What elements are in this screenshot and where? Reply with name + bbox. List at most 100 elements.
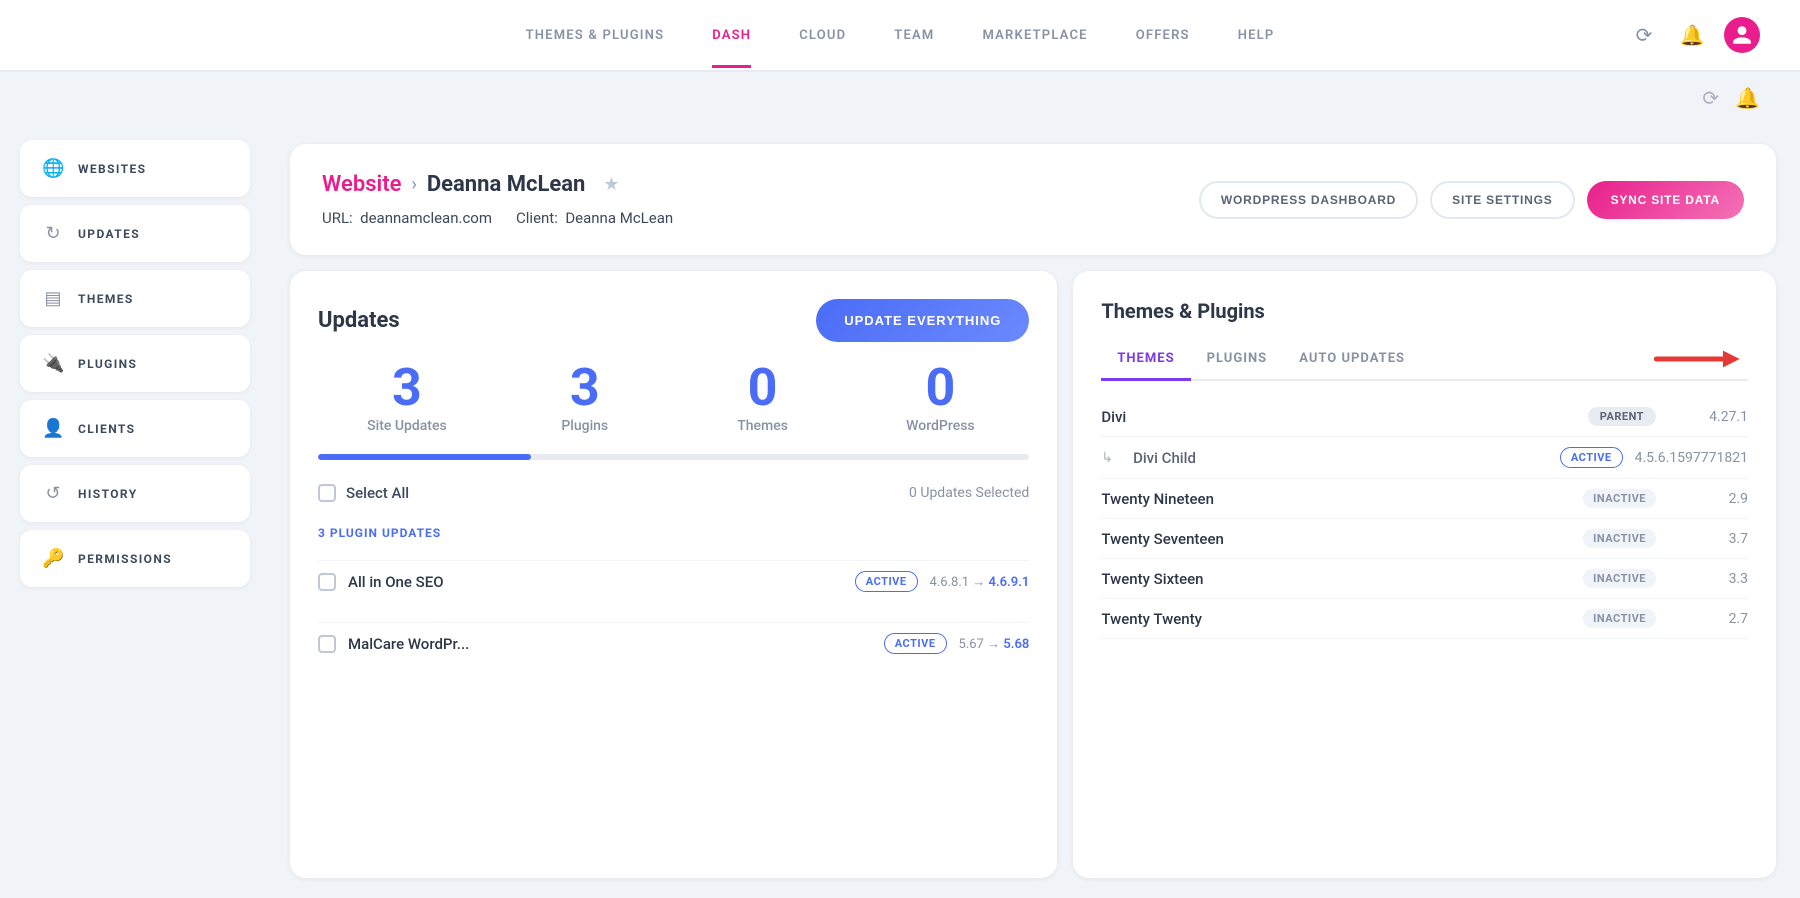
tab-auto-updates[interactable]: AUTO UPDATES xyxy=(1283,341,1421,381)
plugin-seo-badge: ACTIVE xyxy=(855,571,918,592)
plugin-row-seo: All in One SEO ACTIVE 4.6.8.1 → 4.6.9.1 xyxy=(318,560,1029,602)
websites-icon: 🌐 xyxy=(42,158,64,179)
theme-twenty-seventeen-badge: INACTIVE xyxy=(1583,529,1656,548)
site-name: Deanna McLean xyxy=(427,172,585,197)
progress-bar-fill xyxy=(318,454,531,460)
sidebar-item-plugins[interactable]: 🔌 PLUGINS xyxy=(20,335,250,392)
arrow-indicator xyxy=(1648,341,1748,377)
nav-dash[interactable]: DASH xyxy=(712,6,751,68)
sidebar-item-history-label: HISTORY xyxy=(78,487,138,501)
child-arrow-icon: ↳ xyxy=(1101,450,1113,466)
tab-themes[interactable]: THEMES xyxy=(1101,341,1190,381)
breadcrumb-website[interactable]: Website xyxy=(322,172,401,197)
theme-row-twenty-sixteen: Twenty Sixteen INACTIVE 3.3 xyxy=(1101,559,1748,599)
theme-twenty-twenty-badge: INACTIVE xyxy=(1583,609,1656,628)
sidebar-item-history[interactable]: ↺ HISTORY xyxy=(20,465,250,522)
progress-bar xyxy=(318,454,1029,460)
plugin-malcare-version: 5.67 → 5.68 xyxy=(959,636,1030,652)
sync-site-data-button[interactable]: SYNC SITE DATA xyxy=(1587,181,1744,219)
plugin-malcare-badge: ACTIVE xyxy=(884,633,947,654)
sidebar-item-updates-label: UPDATES xyxy=(78,227,140,241)
nav-themes-plugins[interactable]: THEMES & PLUGINS xyxy=(526,6,665,68)
site-header-card: Website › Deanna McLean ★ URL: deannamcl… xyxy=(290,144,1776,255)
nav-marketplace[interactable]: MARKETPLACE xyxy=(982,6,1087,68)
sidebar-item-updates[interactable]: ↻ UPDATES xyxy=(20,205,250,262)
content-area: Website › Deanna McLean ★ URL: deannamcl… xyxy=(270,124,1800,898)
notification-toolbar-icon[interactable]: 🔔 xyxy=(1735,86,1760,110)
theme-twenty-sixteen-badge: INACTIVE xyxy=(1583,569,1656,588)
stat-plugins: 3 Plugins xyxy=(496,362,674,434)
themes-plugins-title: Themes & Plugins xyxy=(1101,299,1748,323)
theme-twenty-sixteen-version: 3.3 xyxy=(1668,571,1748,587)
tab-plugins[interactable]: PLUGINS xyxy=(1191,341,1284,381)
theme-twenty-sixteen-name: Twenty Sixteen xyxy=(1101,570,1571,588)
updates-panel: Updates UPDATE EVERYTHING 3 Site Updates… xyxy=(290,271,1057,878)
select-all-row: Select All 0 Updates Selected xyxy=(318,480,1029,506)
theme-twenty-seventeen-version: 3.7 xyxy=(1668,531,1748,547)
select-all-left: Select All xyxy=(318,484,409,502)
red-arrow-svg xyxy=(1648,341,1748,377)
theme-row-twenty-twenty: Twenty Twenty INACTIVE 2.7 xyxy=(1101,599,1748,639)
sidebar-item-themes[interactable]: ▤ THEMES xyxy=(20,270,250,327)
sidebar: 🌐 WEBSITES ↻ UPDATES ▤ THEMES 🔌 PLUGINS … xyxy=(0,124,270,898)
theme-divi-badge: PARENT xyxy=(1588,407,1656,426)
sidebar-item-permissions[interactable]: 🔑 PERMISSIONS xyxy=(20,530,250,587)
theme-twenty-twenty-version: 2.7 xyxy=(1668,611,1748,627)
nav-help[interactable]: HELP xyxy=(1238,6,1275,68)
sidebar-item-plugins-label: PLUGINS xyxy=(78,357,137,371)
sidebar-item-themes-label: THEMES xyxy=(78,292,134,306)
star-icon[interactable]: ★ xyxy=(603,174,619,195)
update-everything-button[interactable]: UPDATE EVERYTHING xyxy=(816,299,1029,342)
stat-label-site-updates: Site Updates xyxy=(367,418,447,434)
plugin-malcare-name: MalCare WordPr... xyxy=(348,635,872,653)
main-layout: 🌐 WEBSITES ↻ UPDATES ▤ THEMES 🔌 PLUGINS … xyxy=(0,124,1800,898)
plugin-seo-version: 4.6.8.1 → 4.6.9.1 xyxy=(930,574,1030,590)
stat-site-updates: 3 Site Updates xyxy=(318,362,496,434)
wordpress-dashboard-button[interactable]: WORDPRESS DASHBOARD xyxy=(1199,181,1418,219)
updates-title: Updates xyxy=(318,308,400,333)
plugin-seo-name: All in One SEO xyxy=(348,573,843,591)
refresh-icon[interactable]: ⟳ xyxy=(1628,19,1660,51)
refresh-toolbar-icon[interactable]: ⟳ xyxy=(1702,86,1719,110)
theme-row-divi: Divi PARENT 4.27.1 xyxy=(1101,397,1748,437)
themes-plugins-tabs: THEMES PLUGINS AUTO UPDATES xyxy=(1101,339,1748,381)
toolbar-row: ⟳ 🔔 xyxy=(0,72,1800,124)
nav-cloud[interactable]: CLOUD xyxy=(799,6,846,68)
stat-number-wordpress: 0 xyxy=(925,362,955,414)
plugin-malcare-checkbox[interactable] xyxy=(318,635,336,653)
theme-row-twenty-nineteen: Twenty Nineteen INACTIVE 2.9 xyxy=(1101,479,1748,519)
stat-number-plugins: 3 xyxy=(570,362,600,414)
sidebar-item-permissions-label: PERMISSIONS xyxy=(78,552,172,566)
nav-offers[interactable]: OFFERS xyxy=(1136,6,1190,68)
site-meta: URL: deannamclean.com Client: Deanna McL… xyxy=(322,209,673,227)
updates-icon: ↻ xyxy=(42,223,64,244)
nav-team[interactable]: TEAM xyxy=(894,6,934,68)
theme-divi-version: 4.27.1 xyxy=(1668,409,1748,425)
clients-icon: 👤 xyxy=(42,418,64,439)
themes-icon: ▤ xyxy=(42,288,64,309)
stat-label-themes: Themes xyxy=(737,418,788,434)
permissions-icon: 🔑 xyxy=(42,548,64,569)
theme-divi-child-name: Divi Child xyxy=(1125,449,1548,467)
site-settings-button[interactable]: SITE SETTINGS xyxy=(1430,181,1574,219)
sidebar-item-websites-label: WEBSITES xyxy=(78,162,146,176)
select-all-checkbox[interactable] xyxy=(318,484,336,502)
sidebar-item-clients[interactable]: 👤 CLIENTS xyxy=(20,400,250,457)
theme-divi-child-version: 4.5.6.1597771821 xyxy=(1635,450,1748,466)
sidebar-item-websites[interactable]: 🌐 WEBSITES xyxy=(20,140,250,197)
site-header-left: Website › Deanna McLean ★ URL: deannamcl… xyxy=(322,172,673,227)
stat-label-wordpress: WordPress xyxy=(906,418,974,434)
client-label: Client: Deanna McLean xyxy=(516,209,673,227)
stat-themes: 0 Themes xyxy=(674,362,852,434)
bell-icon[interactable]: 🔔 xyxy=(1676,19,1708,51)
select-all-label[interactable]: Select All xyxy=(346,484,409,502)
theme-twenty-seventeen-name: Twenty Seventeen xyxy=(1101,530,1571,548)
top-nav: THEMES & PLUGINS DASH CLOUD TEAM MARKETP… xyxy=(0,0,1800,72)
plugins-icon: 🔌 xyxy=(42,353,64,374)
plugin-seo-checkbox[interactable] xyxy=(318,573,336,591)
nav-links: THEMES & PLUGINS DASH CLOUD TEAM MARKETP… xyxy=(526,4,1275,66)
theme-twenty-nineteen-name: Twenty Nineteen xyxy=(1101,490,1571,508)
history-icon: ↺ xyxy=(42,483,64,504)
user-avatar[interactable] xyxy=(1724,17,1760,53)
url-label: URL: deannamclean.com xyxy=(322,209,492,227)
